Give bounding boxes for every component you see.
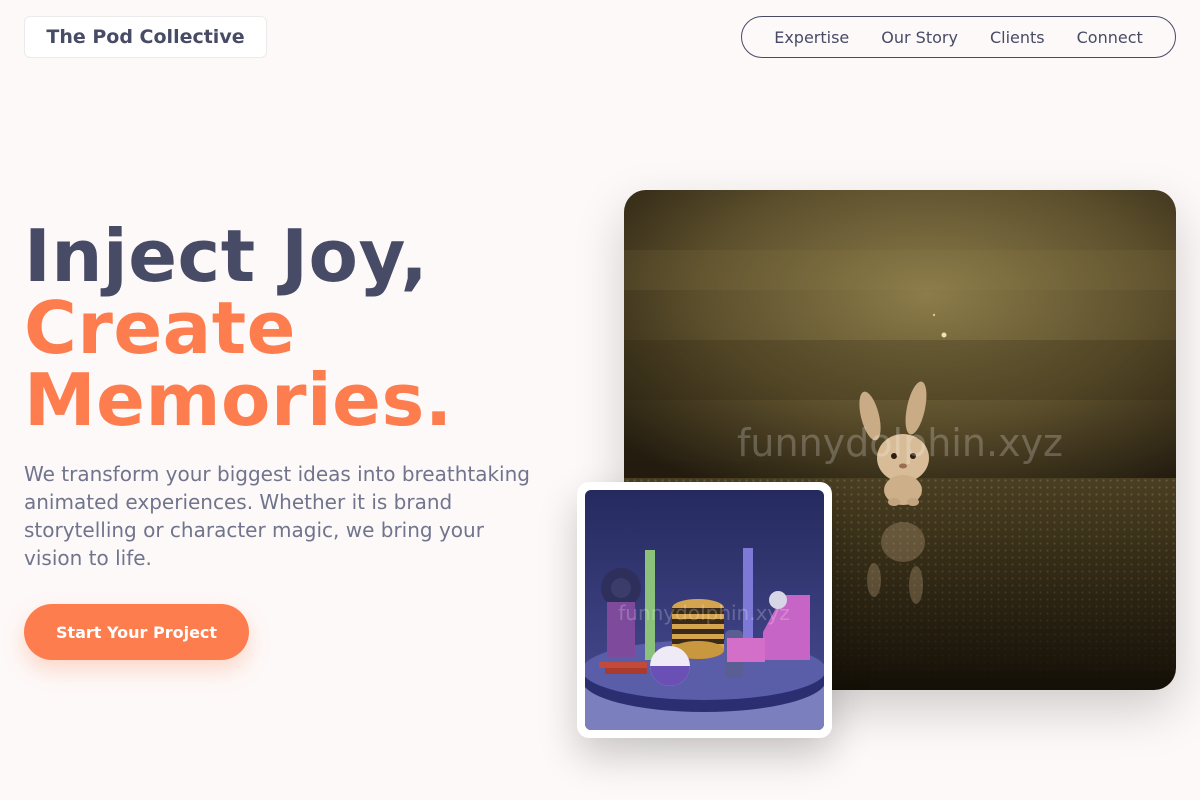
nav-item-expertise[interactable]: Expertise [774,28,849,47]
start-project-button[interactable]: Start Your Project [24,604,249,660]
hero-title-line-2: Create [24,286,297,370]
brand-logo[interactable]: The Pod Collective [24,16,267,58]
inset-image-watermark: funnydolphin.xyz [618,601,790,625]
hero-title: Inject Joy, Create Memories. [24,220,453,436]
hero-title-line-3: Memories. [24,358,453,442]
hero-description: We transform your biggest ideas into bre… [24,462,530,570]
nav-item-our-story[interactable]: Our Story [881,28,958,47]
nav-item-clients[interactable]: Clients [990,28,1045,47]
hero-title-line-1: Inject Joy, [24,214,429,298]
nav-item-connect[interactable]: Connect [1077,28,1143,47]
hero-inset-image: funnydolphin.xyz [585,490,824,730]
hero-inset-card: funnydolphin.xyz [577,482,832,738]
main-image-watermark: funnydolphin.xyz [737,421,1063,465]
main-nav: Expertise Our Story Clients Connect [741,16,1176,58]
